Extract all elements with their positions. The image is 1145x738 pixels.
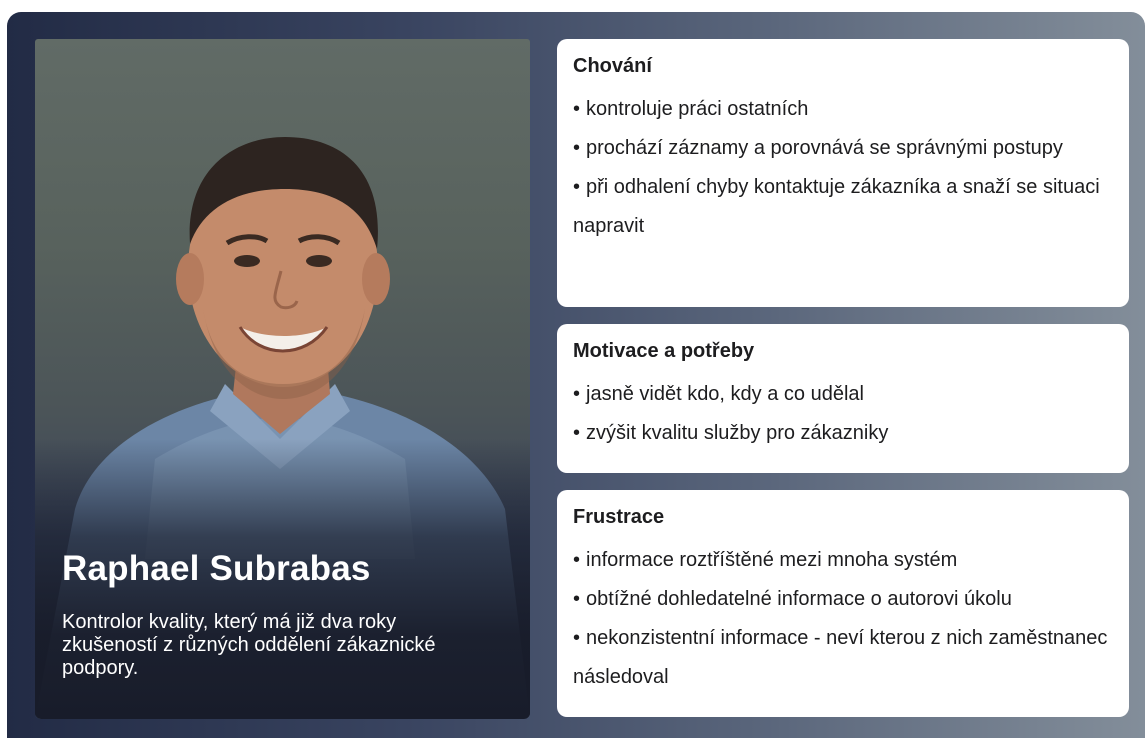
persona-board: Raphael Subrabas Kontrolor kvality, kter… (7, 12, 1145, 738)
list-item: • obtížné dohledatelné informace o autoro… (573, 580, 1113, 619)
motivation-list: • jasně vidět kdo, kdy a co udělal • zvýši… (573, 375, 1113, 453)
bullet-icon: • (573, 422, 581, 444)
motivation-title: Motivace a potřeby (573, 340, 755, 362)
frustration-card: Frustrace • informace roztříštěné mezi mn… (557, 490, 1129, 717)
list-item: • informace roztříštěné mezi mnoha systém (573, 541, 1113, 580)
frustration-list: • informace roztříštěné mezi mnoha systém… (573, 541, 1113, 697)
bullet-icon: • (573, 98, 581, 120)
list-item: • kontroluje práci ostatních (573, 90, 1113, 129)
bullet-icon: • (573, 137, 581, 159)
frustration-title: Frustrace (573, 506, 665, 528)
persona-name: Raphael Subrabas (62, 549, 371, 588)
behavior-title: Chování (573, 55, 652, 77)
list-item: • prochází záznamy a porovnává se správný… (573, 129, 1113, 168)
bullet-icon: • (573, 627, 581, 649)
persona-description: Kontrolor kvality, který má již dva roky… (62, 611, 436, 679)
persona-photo-card: Raphael Subrabas Kontrolor kvality, kter… (35, 39, 530, 719)
behavior-card: Chování • kontroluje práci ostatních • pro… (557, 39, 1129, 307)
motivation-card: Motivace a potřeby • jasně vidět kdo, kdy… (557, 324, 1129, 473)
list-item: • jasně vidět kdo, kdy a co udělal (573, 375, 1113, 414)
behavior-list: • kontroluje práci ostatních • prochází zá… (573, 90, 1113, 246)
list-item: • nekonzistentní informace - neví kterou … (573, 619, 1113, 697)
bullet-icon: • (573, 383, 581, 405)
list-item: • při odhalení chyby kontaktuje zákazníka… (573, 168, 1113, 246)
bullet-icon: • (573, 549, 581, 571)
bullet-icon: • (573, 588, 581, 610)
bullet-icon: • (573, 176, 581, 198)
list-item: • zvýšit kvalitu služby pro zákazniky (573, 414, 1113, 453)
